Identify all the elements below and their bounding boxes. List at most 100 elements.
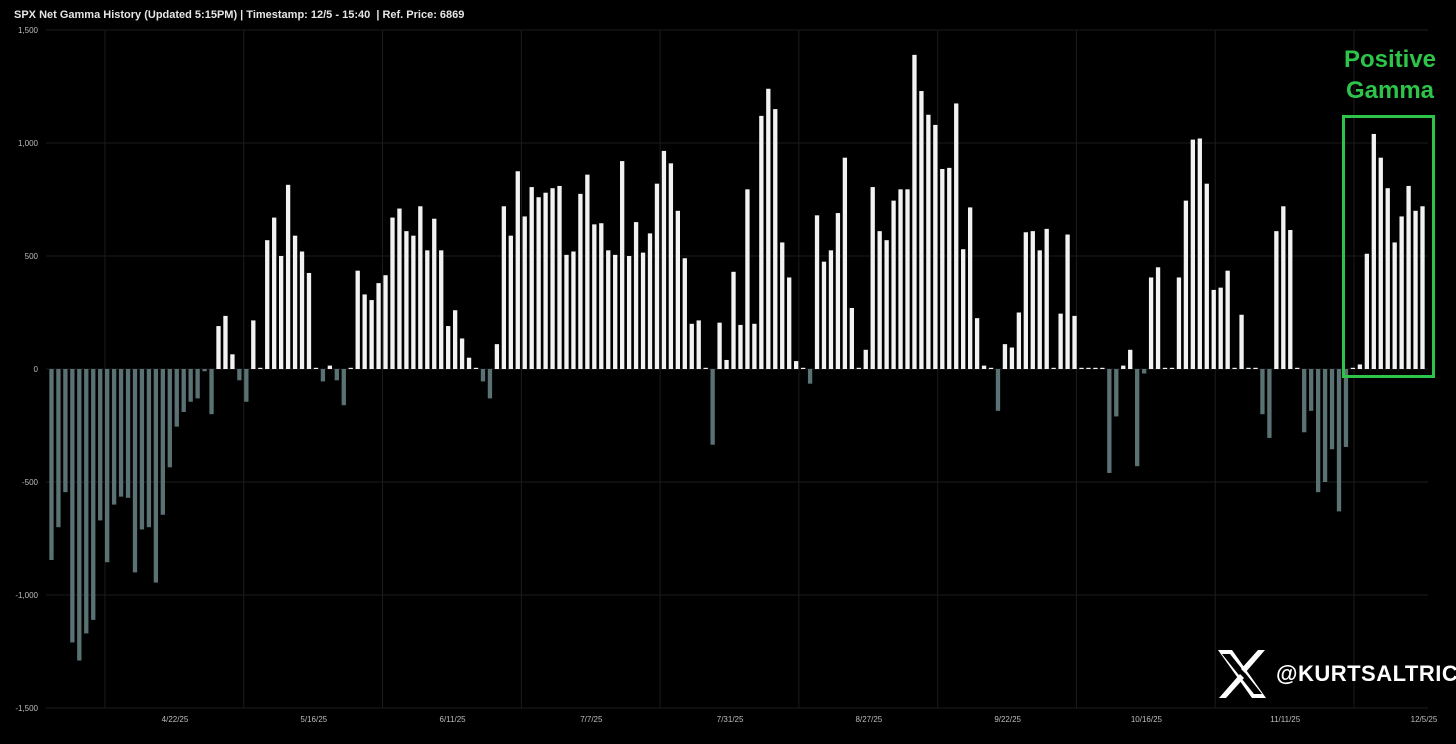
y-tick-label: -1,500 [15, 704, 38, 713]
bar [536, 197, 541, 369]
x-tick-label: 8/27/25 [856, 715, 883, 724]
bar [724, 359, 729, 369]
bar [1315, 369, 1321, 493]
bar [1239, 314, 1244, 369]
bar [1204, 183, 1209, 369]
bar [223, 315, 228, 369]
bar [167, 369, 172, 468]
y-tick-label: 1,000 [18, 139, 39, 148]
bar [459, 338, 465, 369]
bar [988, 367, 994, 369]
bar [780, 242, 785, 369]
y-tick-label: 500 [25, 252, 39, 261]
bar [877, 231, 882, 369]
bar [710, 369, 715, 445]
bar [111, 369, 117, 505]
bar [369, 300, 374, 369]
bar [1086, 367, 1091, 369]
bar [1058, 313, 1063, 369]
bar [439, 250, 444, 369]
bar [181, 369, 186, 412]
bar [633, 222, 639, 369]
bar [905, 189, 910, 369]
x-logo-icon [1218, 650, 1266, 698]
bar [487, 369, 493, 399]
bar [1044, 228, 1049, 369]
bar [926, 114, 931, 369]
bar [961, 249, 966, 369]
bar [1267, 369, 1272, 438]
bar [425, 250, 430, 369]
bar [731, 271, 736, 369]
bar [613, 254, 618, 369]
bar [1329, 369, 1335, 450]
bar [884, 240, 889, 369]
bar [1141, 369, 1147, 374]
bar [814, 215, 820, 369]
bar [230, 354, 235, 369]
net-gamma-chart: 1,500 1,000 500 0 -500 -1,000 -1,500 4/22/25 5/… [15, 26, 1438, 724]
bar [508, 235, 513, 369]
bar [494, 344, 500, 369]
bar [981, 365, 987, 369]
bar [522, 216, 527, 369]
bar [1065, 234, 1070, 369]
bar [745, 189, 750, 369]
bar [1322, 369, 1328, 482]
bar [870, 187, 875, 369]
bar [160, 369, 165, 515]
bar [954, 103, 959, 369]
bar [1016, 312, 1022, 369]
bar [501, 206, 507, 369]
bar [654, 183, 660, 369]
bar [1274, 231, 1279, 369]
bar [1281, 206, 1286, 369]
bar [717, 322, 722, 369]
y-axis-ticks: 1,500 1,000 500 0 -500 -1,000 -1,500 [15, 26, 38, 713]
x-tick-label: 11/11/25 [1270, 715, 1301, 724]
bar [473, 367, 479, 369]
bar [432, 218, 437, 369]
bar [606, 250, 611, 369]
bar [787, 277, 792, 369]
bar [139, 369, 145, 530]
bar [313, 367, 319, 369]
bar [132, 369, 138, 573]
bar [70, 369, 75, 643]
positive-gamma-callout-box [1342, 115, 1435, 378]
bar [1100, 367, 1105, 369]
bar [390, 217, 395, 369]
bar [571, 251, 576, 369]
bar [1197, 138, 1202, 369]
y-tick-label: 0 [34, 365, 39, 374]
bar [446, 326, 451, 369]
bar [1218, 287, 1223, 369]
bar [856, 367, 861, 369]
bar [1079, 367, 1084, 369]
bar [863, 349, 868, 369]
bar [515, 171, 520, 369]
bar [91, 369, 96, 620]
bar [557, 185, 562, 369]
bar [1023, 232, 1028, 369]
bar [1169, 367, 1175, 369]
bar [1135, 369, 1140, 467]
bar [1343, 369, 1349, 447]
bar [1336, 369, 1342, 512]
bar [967, 207, 973, 369]
x-tick-label: 7/31/25 [717, 715, 744, 724]
bar [195, 369, 200, 399]
bar [272, 217, 277, 369]
x-tick-label: 10/16/25 [1131, 715, 1163, 724]
bar [773, 109, 778, 369]
bar [1037, 250, 1042, 369]
bar [362, 294, 367, 369]
bar [543, 192, 548, 369]
bar [355, 270, 360, 369]
bar [1190, 139, 1196, 369]
bar [1295, 367, 1300, 369]
bar [1211, 289, 1216, 369]
bar [265, 240, 270, 369]
bar [251, 320, 256, 369]
bar [1128, 349, 1133, 369]
